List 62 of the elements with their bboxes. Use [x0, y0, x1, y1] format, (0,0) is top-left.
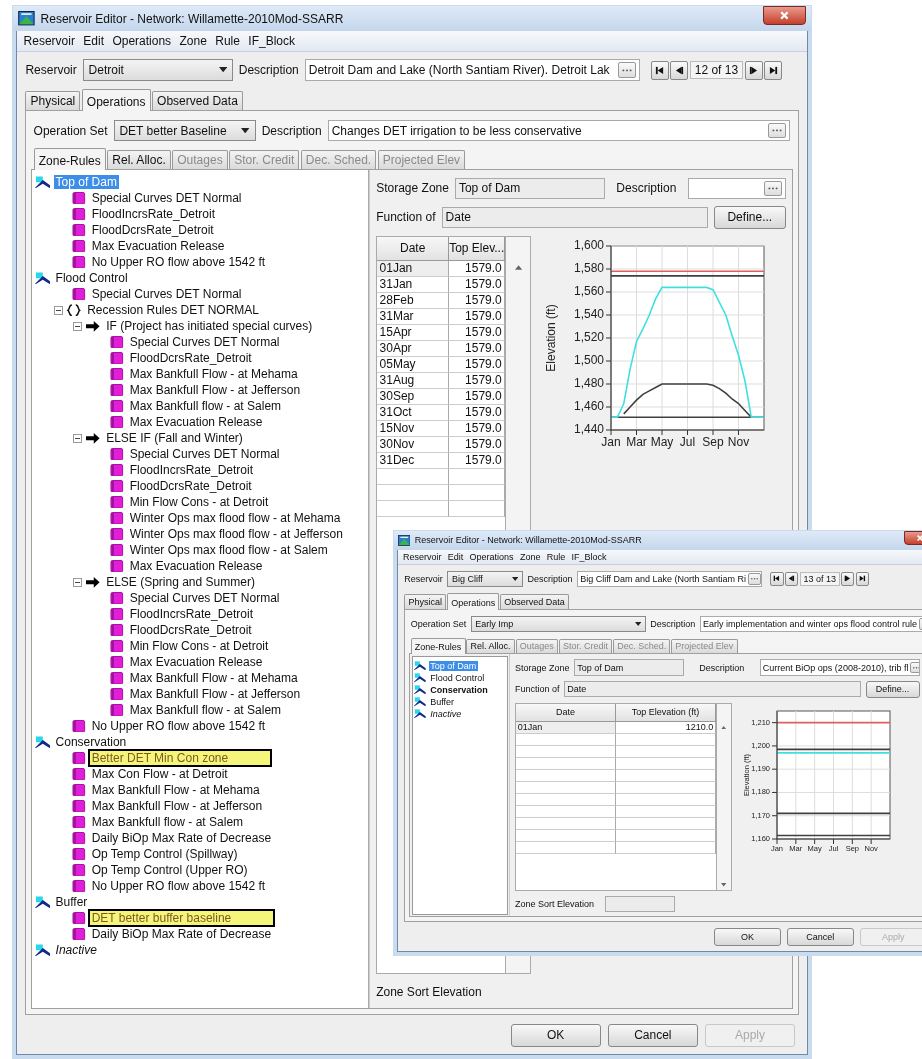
table-cell: 1579.0 [449, 308, 506, 325]
field-label: Reservoir [404, 573, 443, 584]
table-cell: 30Nov [377, 436, 450, 453]
field-label: Description [527, 573, 573, 584]
table-cell: 1579.0 [449, 324, 506, 341]
record-counter: 13 of 13 [799, 571, 840, 586]
field-label: Description [650, 619, 696, 630]
axis-title: Elevation (ft) [543, 303, 558, 372]
field-label: Zone Sort Elevation [515, 898, 595, 909]
table-cell: 1579.0 [449, 292, 506, 309]
table-cell: 1579.0 [449, 452, 506, 469]
table-cell: 28Feb [377, 292, 450, 309]
axis-tick-label: 1,540 [573, 306, 604, 321]
axis-tick-label: Jan [601, 434, 621, 449]
table-cell: 1210.0 [616, 721, 716, 734]
table-cell: 1579.0 [449, 436, 506, 453]
axis-tick-label: 1,600 [573, 237, 604, 252]
axis-tick-label: May [650, 434, 674, 449]
field-label: Description [238, 63, 299, 78]
axis-tick-label: 1,560 [573, 283, 604, 298]
field-label: Description [261, 123, 322, 138]
table-cell: 15Nov [377, 420, 450, 437]
table-cell: 1579.0 [449, 388, 506, 405]
table-cell: 30Sep [377, 388, 450, 405]
table-cell: 1579.0 [449, 260, 506, 277]
field-label: Operation Set [33, 123, 108, 138]
table-cell: 30Apr [377, 340, 450, 357]
field-label: Function of [376, 210, 436, 225]
field-label: Function of [515, 684, 560, 695]
axis-tick-label: Nov [727, 434, 749, 449]
table-cell: 31Jan [377, 276, 450, 293]
table-cell: 1579.0 [449, 420, 506, 437]
window-title: Reservoir Editor - Network: Willamette-2010Mod-SSARR [414, 535, 643, 546]
table-cell: 1579.0 [449, 372, 506, 389]
axis-tick-label: 1,520 [573, 329, 604, 344]
field-label: Operation Set [410, 619, 467, 630]
axis-tick-label: 1,480 [573, 375, 604, 390]
field-label: Storage Zone [515, 662, 570, 673]
field-label: Zone Sort Elevation [376, 984, 482, 999]
table-cell: 1579.0 [449, 356, 506, 373]
table-cell: 1579.0 [449, 276, 506, 293]
table-cell: 1579.0 [449, 340, 506, 357]
table-cell: 31Aug [377, 372, 450, 389]
table-cell: 15Apr [377, 324, 450, 341]
field-label: Description [616, 181, 677, 196]
table-cell: 1579.0 [449, 404, 506, 421]
table-cell: 31Oct [377, 404, 450, 421]
table-cell: 31Dec [377, 452, 450, 469]
field-label: Description [699, 662, 745, 673]
axis-tick-label: Jul [679, 434, 695, 449]
field-label: Reservoir [25, 63, 77, 78]
window-title: Reservoir Editor - Network: Willamette-2010Mod-SSARR [40, 11, 345, 26]
table-cell: 05May [377, 356, 450, 373]
field-label: Storage Zone [376, 181, 449, 196]
table-cell: 31Mar [377, 308, 450, 325]
axis-tick-label: Mar [625, 434, 647, 449]
record-counter: 12 of 13 [690, 60, 743, 80]
axis-tick-label: 1,460 [573, 398, 604, 413]
axis-tick-label: Sep [702, 434, 724, 449]
axis-tick-label: 1,440 [573, 421, 604, 436]
axis-tick-label: 1,500 [573, 352, 604, 367]
axis-tick-label: 1,580 [573, 260, 604, 275]
